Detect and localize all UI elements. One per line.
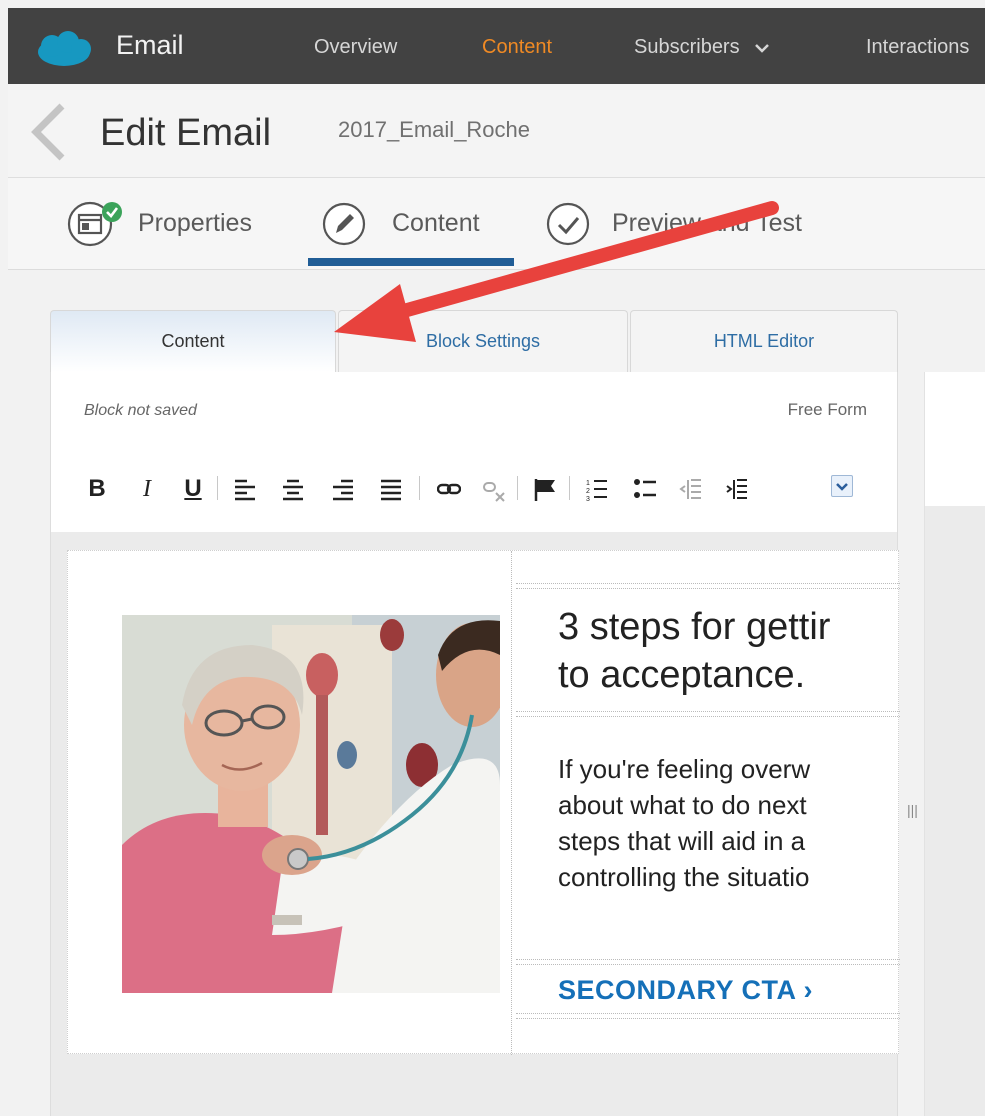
svg-text:2: 2 (586, 488, 590, 495)
save-status: Block not saved (84, 402, 197, 419)
align-center-icon[interactable] (281, 476, 305, 502)
headline-line-2: to acceptance. (558, 654, 806, 696)
email-name: 2017_Email_Roche (338, 117, 531, 142)
app-title: Email (116, 30, 184, 60)
right-side-panel-lower (924, 506, 985, 1116)
editor-toolbar-area: Block not saved Free Form B I U 123 (51, 372, 897, 532)
page-header: Edit Email 2017_Email_Roche (8, 84, 985, 178)
step-tabs: Properties Content Preview and Test (8, 178, 985, 270)
back-chevron-icon[interactable] (26, 100, 70, 164)
block-divider (516, 711, 900, 717)
anchor-flag-icon[interactable] (533, 476, 557, 502)
body-line: steps that will aid in a (558, 826, 806, 856)
underline-button[interactable]: U (181, 476, 205, 502)
italic-button[interactable]: I (135, 476, 159, 502)
nav-overview[interactable]: Overview (314, 36, 397, 59)
email-headline[interactable]: 3 steps for gettir to acceptance. (558, 603, 918, 699)
nav-subscribers-label: Subscribers (634, 36, 740, 58)
chevron-down-icon (755, 44, 770, 53)
email-canvas[interactable]: 3 steps for gettir to acceptance. If you… (67, 550, 900, 1055)
bold-button[interactable]: B (85, 476, 109, 502)
nav-interactions[interactable]: Interactions (866, 36, 969, 59)
doctor-patient-photo[interactable] (122, 615, 500, 993)
tab-content[interactable]: Content (50, 310, 336, 372)
email-body-text[interactable]: If you're feeling overw about what to do… (558, 751, 918, 895)
indent-icon[interactable] (725, 476, 749, 502)
body-line: controlling the situatio (558, 862, 810, 892)
svg-text:1: 1 (586, 480, 590, 487)
align-left-icon[interactable] (233, 476, 257, 502)
active-step-underline (308, 258, 514, 266)
block-divider (516, 959, 900, 965)
editor-tab-bar: Content Block Settings HTML Editor (50, 310, 900, 372)
block-divider (516, 583, 900, 589)
toolbar-divider (517, 476, 518, 500)
bulleted-list-icon[interactable] (633, 476, 657, 502)
layout-name: Free Form (787, 400, 867, 419)
unlink-icon[interactable] (483, 476, 507, 502)
align-right-icon[interactable] (331, 476, 355, 502)
rich-text-toolbar: B I U 123 (85, 472, 875, 506)
headline-line-1: 3 steps for gettir (558, 606, 831, 648)
checkmark-icon (546, 202, 590, 246)
image-column (68, 551, 512, 1055)
toolbar-divider (419, 476, 420, 500)
app-window: Email Overview Content Subscribers Inter… (0, 0, 985, 1116)
block-divider (516, 1013, 900, 1019)
body-line: about what to do next (558, 790, 807, 820)
top-nav-bar: Email Overview Content Subscribers Inter… (8, 8, 985, 84)
nav-content[interactable]: Content (482, 36, 552, 59)
salesforce-cloud-logo[interactable] (34, 30, 94, 70)
toolbar-more-dropdown[interactable] (831, 475, 853, 497)
step-properties-label: Properties (138, 209, 252, 237)
body-line: If you're feeling overw (558, 754, 811, 784)
justify-icon[interactable] (379, 476, 403, 502)
link-icon[interactable] (437, 476, 461, 502)
content-editor-panel: Block not saved Free Form B I U 123 3 st… (50, 372, 918, 1116)
page-title: Edit Email (100, 112, 272, 154)
step-preview-label: Preview and Test (612, 209, 802, 237)
toolbar-divider (217, 476, 218, 500)
tab-block-settings[interactable]: Block Settings (338, 310, 628, 372)
right-side-panel (924, 372, 985, 506)
chevron-down-icon (836, 483, 848, 491)
resize-handle-icon[interactable]: ||| (907, 802, 918, 818)
outdent-icon[interactable] (679, 476, 703, 502)
step-content-label: Content (392, 209, 480, 237)
tab-html-editor[interactable]: HTML Editor (630, 310, 898, 372)
svg-text:3: 3 (586, 496, 590, 502)
properties-icon (67, 201, 122, 247)
nav-subscribers[interactable]: Subscribers (634, 36, 770, 59)
numbered-list-icon[interactable]: 123 (585, 476, 609, 502)
toolbar-divider (569, 476, 570, 500)
pencil-icon (322, 202, 366, 246)
text-column: 3 steps for gettir to acceptance. If you… (516, 551, 900, 1055)
secondary-cta-link[interactable]: SECONDARY CTA › (558, 975, 813, 1006)
